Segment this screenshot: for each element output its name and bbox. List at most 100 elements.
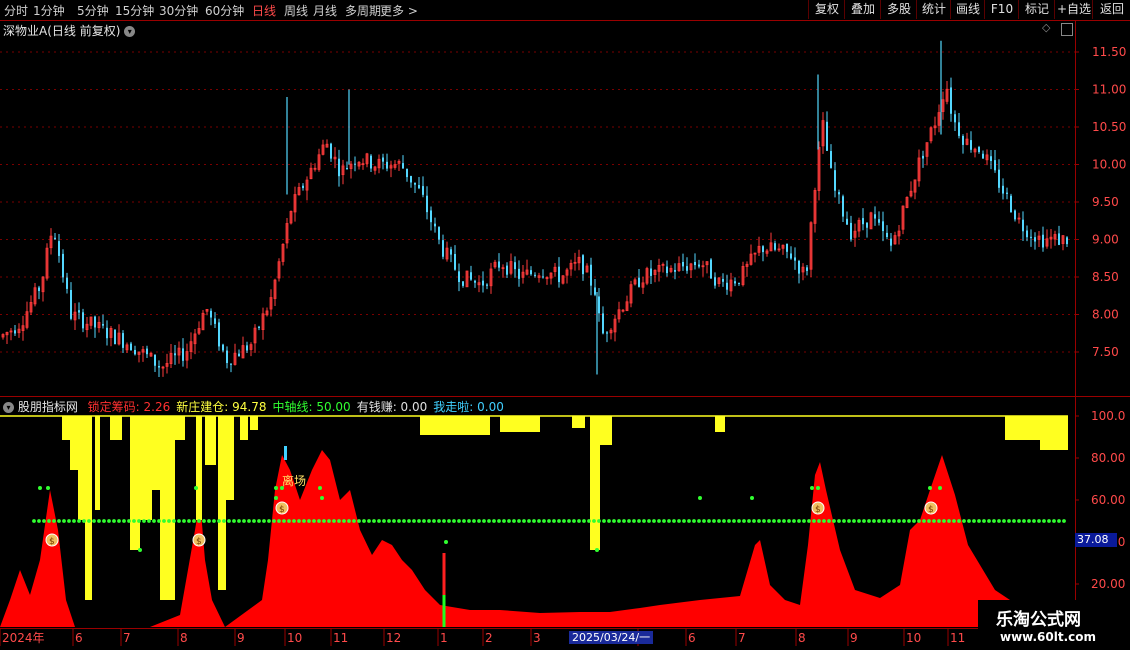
midline-dot <box>842 519 846 523</box>
candle-body <box>1006 192 1008 194</box>
midline-dot <box>652 519 656 523</box>
candle-body <box>590 264 592 286</box>
legend-item-2: 中轴线: 50.00 <box>272 400 351 414</box>
candle-body <box>542 276 544 278</box>
midline-dot <box>632 519 636 523</box>
midline-dot <box>837 519 841 523</box>
chart-canvas[interactable]: 11.50 11.00 10.50 10.00 9.50 9.00 8.50 8.00 7.50… <box>0 0 1130 650</box>
legend-item-4: 我走啦: 0.00 <box>433 400 504 414</box>
new-bank-position-bar <box>110 416 122 440</box>
midline-dot <box>127 519 131 523</box>
midline-dot <box>197 519 201 523</box>
new-bank-position-bar <box>160 416 175 600</box>
new-bank-position-bar <box>175 416 185 440</box>
midline-dot <box>1012 519 1016 523</box>
indicator-tick-label: 100.0 <box>1091 409 1125 423</box>
midline-dot <box>757 519 761 523</box>
midline-dot <box>587 519 591 523</box>
candle-body <box>210 310 212 318</box>
midline-dot <box>222 519 226 523</box>
midline-dot <box>512 519 516 523</box>
midline-dot <box>447 519 451 523</box>
candle-body <box>650 268 652 276</box>
price-tick-label: 10.00 <box>1092 158 1126 172</box>
money-bag-glyph: $ <box>196 537 202 547</box>
midline-dot <box>227 519 231 523</box>
candle-body <box>694 261 696 266</box>
midline-dot <box>272 519 276 523</box>
candlestick-series[interactable] <box>1 40 1068 378</box>
midline-dot <box>572 519 576 523</box>
midline-dot <box>147 519 151 523</box>
midline-dot <box>747 519 751 523</box>
new-bank-position-bar <box>240 416 248 440</box>
midline-dot <box>762 519 766 523</box>
midline-dot <box>622 519 626 523</box>
midline-dot <box>852 519 856 523</box>
midline-dot <box>267 519 271 523</box>
midline-dot <box>792 519 796 523</box>
midline-dot <box>922 519 926 523</box>
midline-dot <box>442 519 446 523</box>
candle-body <box>330 143 332 159</box>
midline-dot <box>417 519 421 523</box>
midline-dot <box>242 519 246 523</box>
midline-dot <box>422 519 426 523</box>
candle-body <box>1042 234 1044 248</box>
midline-dot <box>1027 519 1031 523</box>
candle-body <box>438 227 440 240</box>
midline-dot <box>537 519 541 523</box>
midline-dot <box>57 519 61 523</box>
midline-dot <box>372 519 376 523</box>
money-bag-glyph: $ <box>49 537 55 547</box>
indicator-header: ▾ 股朋指标网 锁定筹码: 2.26 新庄建仓: 94.78 中轴线: 50.00 有… <box>3 398 504 415</box>
chevron-down-icon[interactable]: ▾ <box>3 402 14 413</box>
candle-body <box>1014 210 1016 220</box>
candle-body <box>674 269 676 272</box>
midline-dot <box>432 519 436 523</box>
midline-dot <box>357 519 361 523</box>
midline-dot <box>797 519 801 523</box>
midline-dot <box>657 519 661 523</box>
midline-dot <box>972 519 976 523</box>
candle-body <box>602 313 604 334</box>
indicator-tick-label: 60.00 <box>1091 493 1125 507</box>
new-bank-position-bar <box>205 416 216 465</box>
midline-dot <box>352 519 356 523</box>
midline-dot <box>337 519 341 523</box>
candle-body <box>842 196 844 217</box>
new-bank-position-bar <box>140 416 152 520</box>
midline-dot <box>547 519 551 523</box>
candle-body <box>838 192 840 195</box>
candle-body <box>258 326 260 328</box>
midline-dot <box>802 519 806 523</box>
candle-body <box>158 366 160 368</box>
midline-dot <box>882 519 886 523</box>
indicator-series[interactable]: $ $ $ $ $ <box>0 415 1068 627</box>
candle-body <box>666 266 668 274</box>
midline-dot <box>122 519 126 523</box>
price-tick-label: 8.00 <box>1092 308 1119 322</box>
new-bank-position-bar <box>152 416 160 490</box>
candle-body <box>638 277 640 287</box>
candle-body <box>486 284 488 286</box>
candle-body <box>594 287 596 295</box>
signal-dot <box>274 486 278 490</box>
new-bank-position-bar <box>78 416 85 520</box>
midline-dot <box>982 519 986 523</box>
midline-dot <box>752 519 756 523</box>
midline-dot <box>977 519 981 523</box>
midline-dot <box>497 519 501 523</box>
midline-dot <box>392 519 396 523</box>
candle-body <box>434 223 436 227</box>
signal-dot <box>810 486 814 490</box>
midline-dot <box>67 519 71 523</box>
new-bank-position-bar <box>1040 416 1068 450</box>
new-bank-position-bar <box>62 416 70 440</box>
midline-dot <box>1057 519 1061 523</box>
candle-body <box>462 281 464 286</box>
midline-dot <box>577 519 581 523</box>
midline-dot <box>112 519 116 523</box>
money-bag-glyph: $ <box>815 505 821 515</box>
midline-dot <box>292 519 296 523</box>
